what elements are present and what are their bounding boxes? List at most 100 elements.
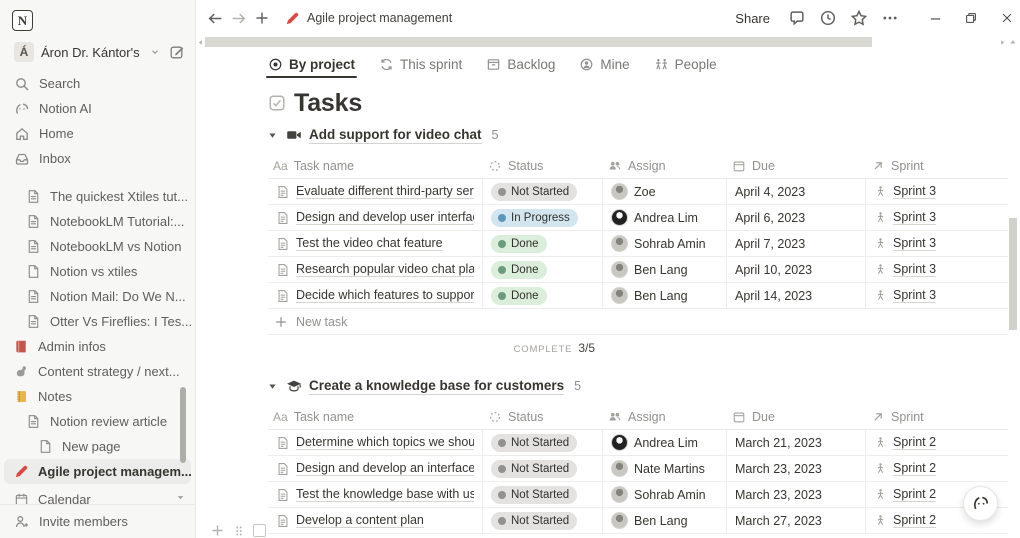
minimize-button[interactable] — [922, 5, 948, 31]
status-badge[interactable]: In Progress — [491, 208, 578, 227]
sidebar-page-notion-review-article[interactable]: Notion review article — [0, 409, 195, 434]
sidebar-page-content-strategy[interactable]: Content strategy / next... — [0, 359, 195, 384]
compose-icon[interactable] — [169, 44, 185, 60]
group-title-link[interactable]: Create a knowledge base for customers — [309, 377, 565, 396]
scroll-left-arrow-icon[interactable] — [197, 39, 204, 46]
sprint-link[interactable]: Sprint 3 — [893, 288, 937, 303]
status-badge[interactable]: Not Started — [491, 511, 578, 530]
column-assign[interactable]: Assign — [603, 404, 727, 429]
sidebar-page-otter-vs-fireflies[interactable]: Otter Vs Fireflies: I Tes... — [0, 309, 195, 334]
vertical-scroll-thumb[interactable] — [1009, 218, 1017, 330]
task-link[interactable]: Research popular video chat platforms — [296, 262, 474, 277]
task-link[interactable]: Test the video chat feature — [296, 236, 443, 251]
horizontal-scroll-thumb[interactable] — [205, 37, 872, 47]
status-badge[interactable]: Not Started — [491, 459, 578, 478]
table-row[interactable]: Test the video chat feature Done Sohrab … — [268, 231, 1008, 257]
sidebar-item-calendar[interactable]: Calendar — [0, 487, 195, 504]
status-badge[interactable]: Not Started — [491, 485, 578, 504]
sidebar-item-home[interactable]: Home — [0, 121, 195, 146]
column-status[interactable]: Status — [483, 153, 603, 178]
toggle-triangle-icon[interactable] — [268, 382, 286, 391]
task-link[interactable]: Determine which topics we should cover — [296, 435, 474, 450]
column-sprint[interactable]: Sprint — [866, 404, 1008, 429]
task-link[interactable]: Develop a content plan — [296, 513, 424, 528]
due-date[interactable]: April 6, 2023 — [727, 205, 866, 230]
tab-this-sprint[interactable]: This sprint — [379, 48, 462, 80]
sidebar-page-agile-project-management[interactable]: Agile project managem... — [4, 459, 191, 484]
status-badge[interactable]: Done — [491, 260, 547, 279]
table-row[interactable]: Determine which topics we should cover N… — [268, 430, 1008, 456]
sidebar-page-xtiles-tutorial[interactable]: The quickest Xtiles tut... — [0, 184, 195, 209]
restore-window-button[interactable] — [958, 5, 984, 31]
share-button[interactable]: Share — [735, 11, 770, 26]
due-date[interactable]: March 27, 2023 — [727, 508, 866, 533]
due-date[interactable]: March 21, 2023 — [727, 430, 866, 455]
due-date[interactable]: March 23, 2023 — [727, 456, 866, 481]
table-row[interactable]: Develop a content plan Not Started Ben L… — [268, 508, 1008, 534]
close-button[interactable] — [994, 5, 1020, 31]
due-date[interactable]: April 10, 2023 — [727, 257, 866, 282]
sidebar-calendar-clipped[interactable]: Calendar — [0, 487, 195, 504]
column-sprint[interactable]: Sprint — [866, 153, 1008, 178]
favorite-star-button[interactable] — [848, 7, 870, 29]
column-task-name[interactable]: Aa Task name — [268, 153, 483, 178]
more-options-button[interactable] — [879, 7, 901, 29]
column-assign[interactable]: Assign — [603, 153, 727, 178]
due-date[interactable]: April 7, 2023 — [727, 231, 866, 256]
status-badge[interactable]: Done — [491, 234, 547, 253]
updates-clock-button[interactable] — [817, 7, 839, 29]
empty-checkbox[interactable] — [253, 524, 266, 537]
forward-button[interactable] — [227, 7, 250, 30]
comments-button[interactable] — [786, 7, 808, 29]
new-task-button[interactable]: New task — [268, 309, 1008, 335]
toggle-triangle-icon[interactable] — [268, 131, 286, 140]
sidebar-scrollbar[interactable] — [180, 387, 186, 463]
sidebar-page-notes[interactable]: Notes — [0, 384, 195, 409]
task-link[interactable]: Evaluate different third-party services — [296, 184, 474, 199]
new-tab-button[interactable] — [250, 7, 273, 30]
table-row[interactable]: Evaluate different third-party services … — [268, 179, 1008, 205]
horizontal-scrollbar[interactable] — [196, 36, 1020, 48]
task-link[interactable]: Design and develop an interface — [296, 461, 474, 476]
back-button[interactable] — [204, 7, 227, 30]
status-badge[interactable]: Done — [491, 286, 547, 305]
task-link[interactable]: Design and develop user interface — [296, 210, 474, 225]
invite-members-button[interactable]: Invite members — [0, 505, 136, 538]
sidebar-page-notebooklm-vs-notion[interactable]: NotebookLM vs Notion — [0, 234, 195, 259]
column-task-name[interactable]: Aa Task name — [268, 404, 483, 429]
task-link[interactable]: Test the knowledge base with users — [296, 487, 474, 502]
column-status[interactable]: Status — [483, 404, 603, 429]
sidebar-item-search[interactable]: Search — [0, 71, 195, 96]
status-badge[interactable]: Not Started — [491, 182, 578, 201]
sidebar-item-notion-ai[interactable]: Notion AI — [0, 96, 195, 121]
complete-aggregate[interactable]: COMPLETE 3/5 — [514, 341, 603, 355]
group-header[interactable]: Add support for video chat 5 — [268, 122, 1008, 148]
sprint-link[interactable]: Sprint 2 — [893, 461, 937, 476]
sidebar-page-notebooklm-tutorial[interactable]: NotebookLM Tutorial:... — [0, 209, 195, 234]
sidebar-item-inbox[interactable]: Inbox — [0, 146, 195, 171]
workspace-switcher[interactable]: Á Áron Dr. Kántor's ... — [0, 35, 195, 69]
tab-people[interactable]: People — [654, 48, 717, 80]
tab-backlog[interactable]: Backlog — [486, 48, 555, 80]
sidebar-page-notion-vs-xtiles[interactable]: Notion vs xtiles — [0, 259, 195, 284]
due-date[interactable]: April 4, 2023 — [727, 179, 866, 204]
table-row[interactable]: Test the knowledge base with users Not S… — [268, 482, 1008, 508]
notion-logo[interactable]: N — [0, 0, 195, 35]
group-title-link[interactable]: Add support for video chat — [309, 126, 482, 145]
column-due[interactable]: Due — [727, 153, 866, 178]
notion-ai-floating-button[interactable] — [963, 486, 998, 521]
add-block-button[interactable] — [210, 523, 225, 538]
table-row[interactable]: Research popular video chat platforms Do… — [268, 257, 1008, 283]
page-tab[interactable]: Agile project management — [285, 11, 452, 26]
sprint-link[interactable]: Sprint 2 — [893, 487, 937, 502]
tab-by-project[interactable]: By project — [265, 48, 358, 80]
sidebar-page-notion-mail[interactable]: Notion Mail: Do We N... — [0, 284, 195, 309]
scroll-up-arrow-icon[interactable] — [1009, 38, 1017, 46]
scroll-right-arrow-icon[interactable] — [999, 39, 1006, 46]
sidebar-page-new-page[interactable]: New page — [0, 434, 195, 459]
due-date[interactable]: March 23, 2023 — [727, 482, 866, 507]
table-row[interactable]: Decide which features to support Done Be… — [268, 283, 1008, 309]
table-row[interactable]: Design and develop an interface Not Star… — [268, 456, 1008, 482]
sprint-link[interactable]: Sprint 3 — [893, 184, 937, 199]
due-date[interactable]: April 14, 2023 — [727, 283, 866, 308]
